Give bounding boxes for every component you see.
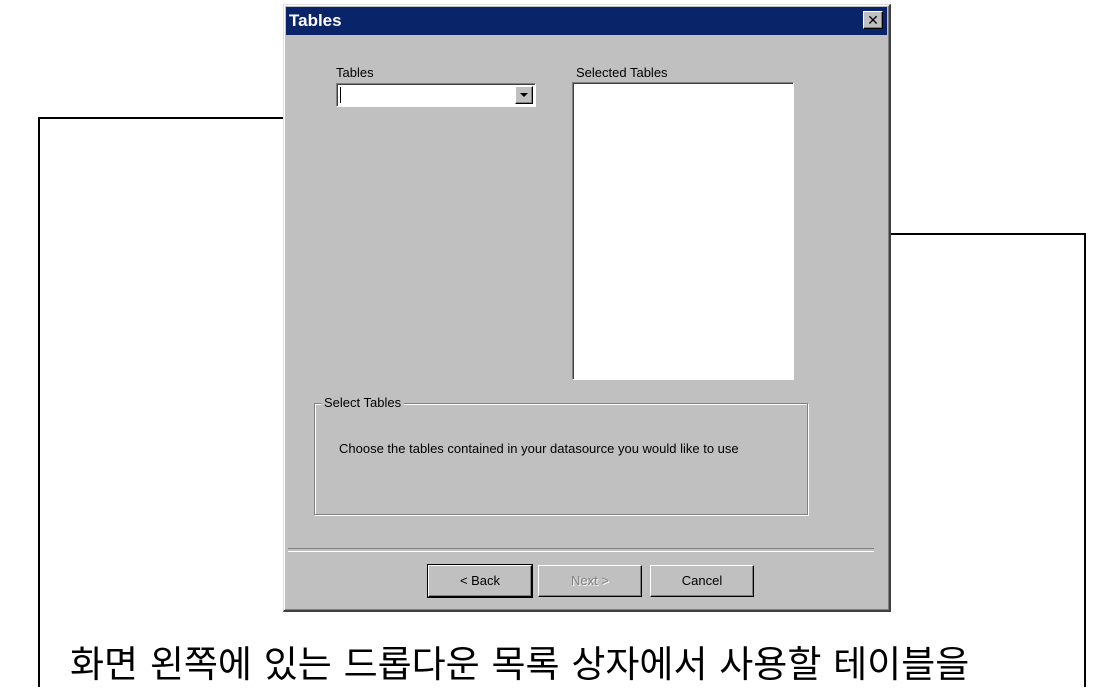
- callout-line-right-vertical: [1084, 233, 1086, 687]
- close-button[interactable]: ✕: [863, 11, 883, 29]
- caption-text: 화면 왼쪽에 있는 드롭다운 목록 상자에서 사용할 테이블을: [70, 643, 970, 686]
- close-icon: ✕: [867, 12, 879, 28]
- callout-line-left-vertical: [38, 117, 40, 687]
- groupbox-description: Choose the tables contained in your data…: [339, 441, 739, 456]
- back-button[interactable]: < Back: [427, 564, 533, 598]
- next-button[interactable]: Next >: [538, 565, 642, 597]
- tables-dropdown[interactable]: [336, 83, 536, 107]
- chevron-down-icon[interactable]: [515, 86, 533, 104]
- tables-label: Tables: [336, 65, 374, 80]
- cancel-button[interactable]: Cancel: [650, 565, 754, 597]
- separator: [288, 548, 874, 552]
- text-caret: [340, 87, 341, 103]
- dialog-title: Tables: [289, 11, 342, 30]
- tables-dialog: Tables ✕ Tables Selected Tables Select T…: [283, 4, 891, 612]
- title-bar: Tables ✕: [286, 7, 887, 35]
- callout-line-left-horizontal: [38, 117, 318, 119]
- selected-tables-label: Selected Tables: [576, 65, 668, 80]
- groupbox-legend: Select Tables: [321, 395, 405, 410]
- selected-tables-listbox[interactable]: [572, 82, 794, 380]
- select-tables-groupbox: Select Tables Choose the tables containe…: [314, 395, 808, 515]
